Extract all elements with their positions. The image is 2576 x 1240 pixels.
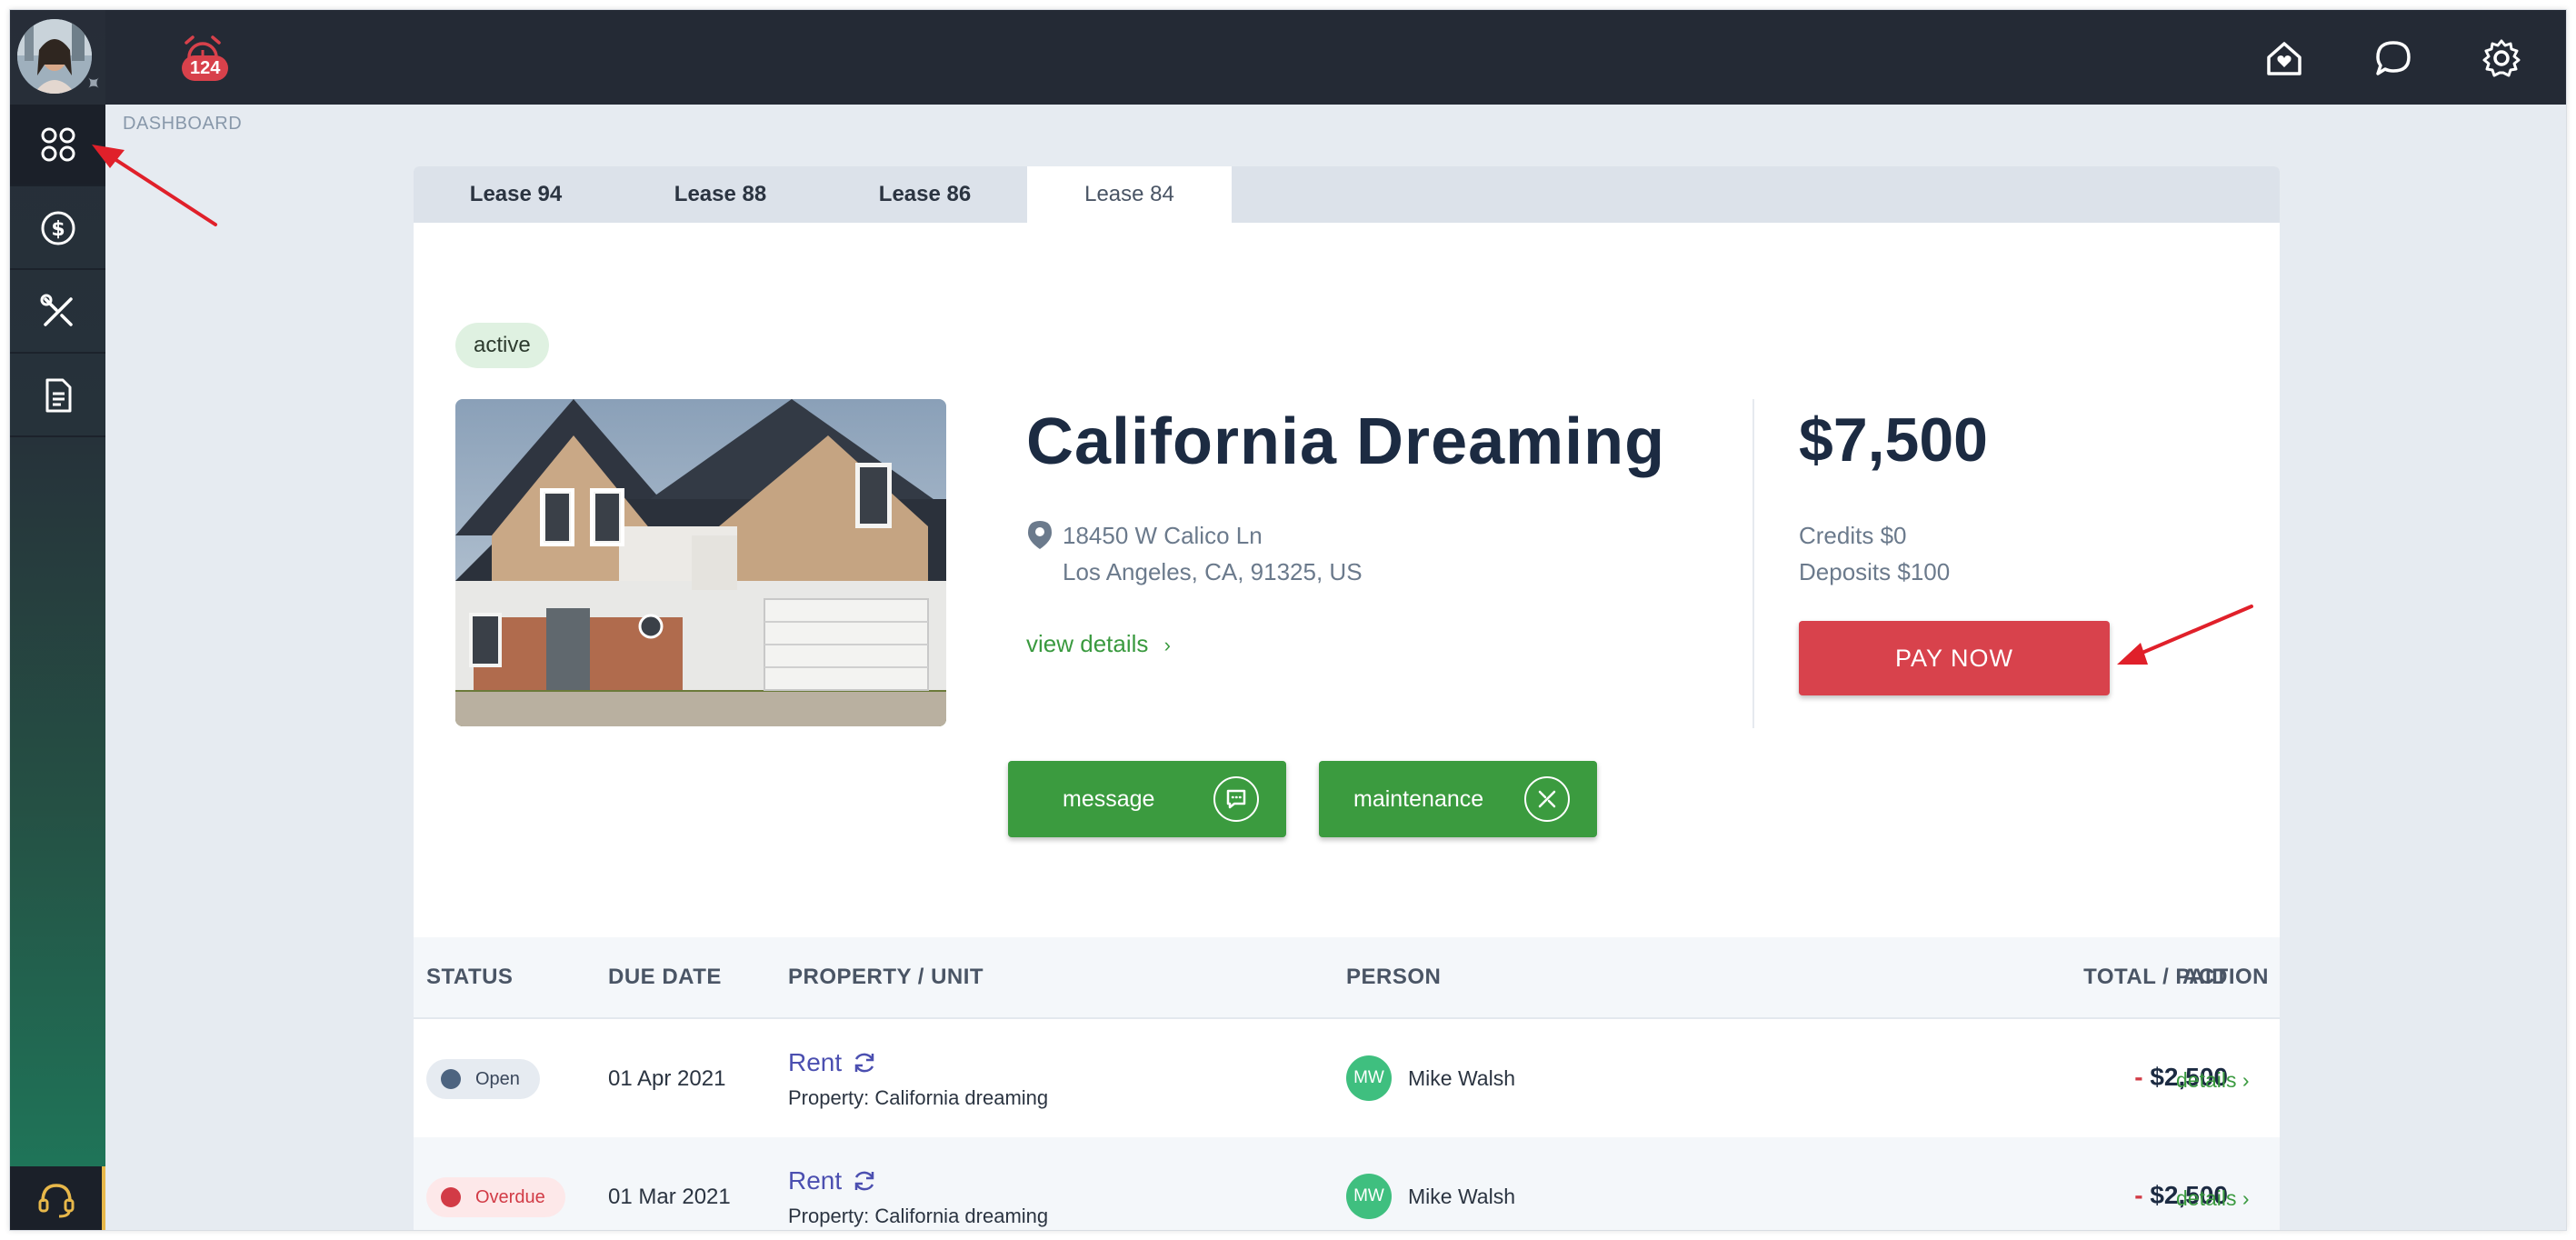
headset-icon [38, 1184, 74, 1218]
lease-status-badge: active [455, 323, 549, 368]
breadcrumb-bar: DASHBOARD [105, 105, 2566, 141]
table-row: Overdue 01 Mar 2021 Rent Property: Calif… [414, 1137, 2280, 1230]
pay-now-button[interactable]: PAY NOW [1799, 621, 2110, 695]
details-label: details [2176, 1186, 2237, 1210]
due-date: 01 Mar 2021 [608, 1185, 731, 1209]
maintenance-button-label: maintenance [1353, 785, 1484, 812]
col-status[interactable]: STATUS [426, 965, 513, 990]
address-line-2: Los Angeles, CA, 91325, US [1063, 558, 1363, 585]
chevron-right-icon: › [1163, 634, 1171, 656]
tab-lease-94[interactable]: Lease 94 [414, 166, 618, 223]
svg-text:$: $ [51, 218, 65, 241]
minus-sign: - [2134, 1063, 2143, 1091]
wrench-icon [1524, 776, 1570, 822]
person-avatar: MW [1346, 1174, 1392, 1219]
grid-icon [41, 127, 75, 162]
chat-bubble-icon [1213, 776, 1259, 822]
view-details-link[interactable]: view details › [1026, 630, 1171, 658]
property-photo [455, 399, 946, 726]
main-content: Lease 94 Lease 88 Lease 86 Lease 84 acti… [105, 141, 2566, 1230]
lease-tabs: Lease 94 Lease 88 Lease 86 Lease 84 [414, 166, 2280, 223]
col-action[interactable]: ACTION [2182, 965, 2269, 990]
address-line-1: 18450 W Calico Ln [1063, 522, 1263, 549]
app-window: ✦ $ 124 DASHBOARD Lease 94 Lease 88 Leas… [9, 9, 2567, 1231]
minus-sign: - [2134, 1181, 2143, 1209]
status-badge: Open [426, 1059, 540, 1099]
status-label: Open [475, 1068, 520, 1089]
support-button[interactable] [10, 1166, 105, 1230]
status-label: Overdue [475, 1186, 545, 1207]
balance-amount: $7,500 [1799, 405, 1988, 475]
person-avatar: MW [1346, 1055, 1392, 1101]
home-heart-icon[interactable] [2263, 37, 2305, 79]
charge-type-label: Rent [788, 1166, 843, 1195]
charge-type-link[interactable]: Rent [788, 1166, 878, 1195]
property-address: 18450 W Calico Ln Los Angeles, CA, 91325… [1063, 517, 1363, 590]
sidebar-item-documents[interactable] [10, 355, 105, 437]
message-button[interactable]: message [1008, 761, 1286, 837]
notification-badge[interactable]: 124 [182, 55, 229, 81]
view-details-label: view details [1026, 630, 1149, 657]
maintenance-button[interactable]: maintenance [1319, 761, 1597, 837]
tools-icon [40, 294, 73, 326]
tab-lease-86[interactable]: Lease 86 [823, 166, 1027, 223]
clock-icon [441, 1187, 461, 1207]
col-property[interactable]: PROPERTY / UNIT [788, 965, 983, 990]
lease-card: Lease 94 Lease 88 Lease 86 Lease 84 acti… [414, 166, 2280, 1230]
status-dot-icon [441, 1069, 461, 1089]
top-bar: 124 [105, 10, 2566, 105]
person-name: Mike Walsh [1408, 1185, 1515, 1208]
sidebar-item-maintenance[interactable] [10, 272, 105, 354]
details-label: details [2176, 1068, 2237, 1092]
chevron-right-icon: › [2242, 1186, 2250, 1210]
due-date: 01 Apr 2021 [608, 1066, 726, 1091]
property-unit: Property: California dreaming [788, 1205, 1049, 1227]
chevron-right-icon: › [2242, 1068, 2250, 1092]
table-header: STATUS DUE DATE PROPERTY / UNIT PERSON T… [414, 937, 2280, 1019]
property-unit: Property: California dreaming [788, 1086, 1049, 1109]
status-badge: Overdue [426, 1177, 565, 1217]
table-row: Open 01 Apr 2021 Rent Property: Californ… [414, 1019, 2280, 1137]
message-button-label: message [1063, 785, 1155, 812]
details-link[interactable]: details › [2176, 1186, 2250, 1211]
recurring-icon [854, 1171, 874, 1191]
recurring-icon [854, 1053, 874, 1073]
location-pin-icon [1028, 521, 1052, 549]
balance-details: Credits $0 Deposits $100 [1799, 517, 1950, 590]
charge-type-label: Rent [788, 1048, 843, 1076]
person-name: Mike Walsh [1408, 1066, 1515, 1090]
annotation-arrow-dashboard [92, 145, 217, 226]
credits-text: Credits $0 [1799, 522, 1907, 549]
details-link[interactable]: details › [2176, 1068, 2250, 1093]
charge-type-link[interactable]: Rent [788, 1048, 878, 1077]
settings-gear-icon[interactable] [2481, 37, 2522, 79]
tab-lease-84[interactable]: Lease 84 [1027, 166, 1232, 223]
breadcrumb[interactable]: DASHBOARD [123, 114, 242, 135]
dollar-icon: $ [41, 211, 75, 245]
property-title: California Dreaming [1026, 405, 1666, 478]
col-person[interactable]: PERSON [1346, 965, 1441, 990]
annotation-arrow-pay-now [2117, 605, 2253, 665]
document-icon [45, 378, 71, 413]
deposits-text: Deposits $100 [1799, 558, 1951, 585]
chat-icon[interactable] [2372, 37, 2414, 79]
col-due-date[interactable]: DUE DATE [608, 965, 722, 990]
vertical-divider [1752, 399, 1754, 728]
tab-lease-88[interactable]: Lease 88 [618, 166, 823, 223]
